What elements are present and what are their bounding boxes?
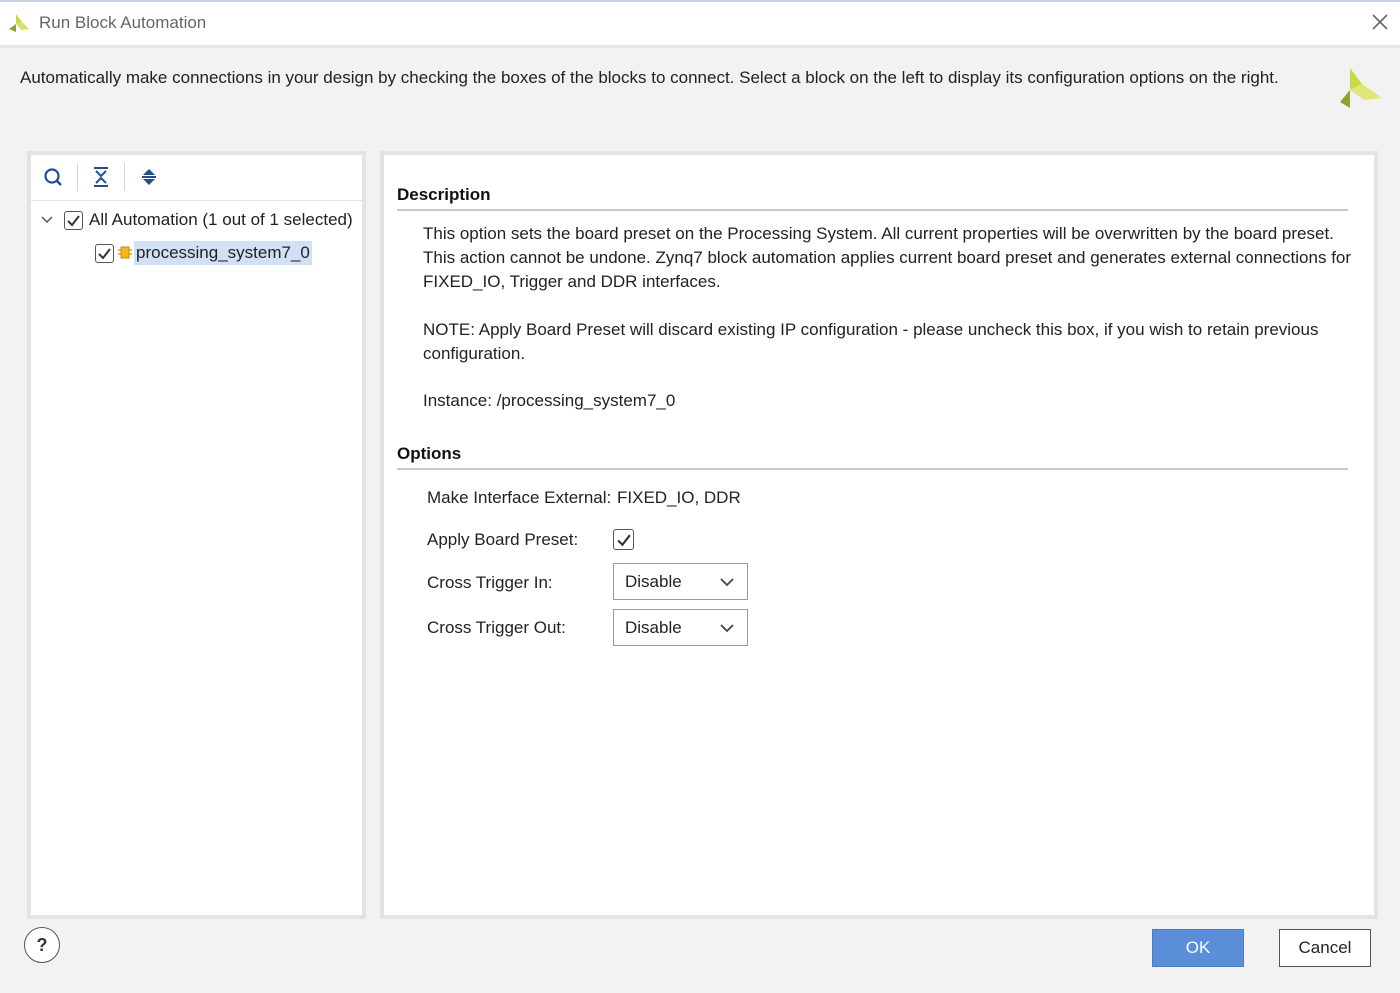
cross-trigger-in-label: Cross Trigger In: [427,573,553,592]
checkmark-icon [98,247,111,260]
checkmark-icon [67,214,80,227]
help-button[interactable]: ? [24,927,60,963]
chevron-down-icon[interactable] [40,213,54,227]
configuration-panel: Description This option sets the board p… [380,151,1378,919]
toolbar-divider [124,163,125,191]
apply-board-preset-label: Apply Board Preset: [427,530,579,549]
cross-trigger-out-select[interactable]: Disable [613,609,748,646]
expand-all-icon[interactable] [136,164,162,190]
apply-board-preset-checkbox[interactable] [613,529,634,550]
search-icon[interactable] [41,164,67,190]
cross-trigger-in-select[interactable]: Disable [613,563,748,600]
chevron-down-icon [720,624,734,633]
block-tree-panel: All Automation (1 out of 1 selected) pro… [27,151,366,919]
all-automation-label: All Automation (1 out of 1 selected) [89,210,353,229]
ip-block-icon [118,246,132,259]
options-divider [397,468,1348,470]
description-paragraph-1: This option sets the board preset on the… [423,224,1352,291]
description-divider [397,209,1348,211]
chevron-down-icon [720,578,734,587]
close-icon[interactable] [1368,10,1392,34]
title-separator [0,45,1400,48]
make-interface-external-value: FIXED_IO, DDR [617,488,741,507]
description-heading: Description [397,185,491,204]
cross-trigger-in-value: Disable [625,571,682,591]
cross-trigger-out-label: Cross Trigger Out: [427,618,566,637]
cross-trigger-out-value: Disable [625,617,682,637]
cancel-button[interactable]: Cancel [1279,929,1371,967]
make-interface-external-label: Make Interface External: [427,488,612,507]
description-instance: Instance: /processing_system7_0 [423,391,676,410]
ok-button[interactable]: OK [1152,929,1244,967]
tree-toolbar [31,155,362,201]
tree-row-processing-system[interactable]: processing_system7_0 [95,239,312,267]
checkmark-icon [616,534,631,546]
instructions-text: Automatically make connections in your d… [20,68,1279,87]
title-bar: Run Block Automation [0,0,1400,45]
description-note: NOTE: Apply Board Preset will discard ex… [423,320,1319,363]
vivado-logo-icon [1340,68,1382,108]
processing-system-checkbox[interactable] [95,243,114,263]
collapse-all-icon[interactable] [88,164,114,190]
window-title: Run Block Automation [39,13,207,32]
options-heading: Options [397,444,462,463]
toolbar-divider [77,163,78,191]
tree-row-all-automation[interactable]: All Automation (1 out of 1 selected) [40,206,353,234]
all-automation-checkbox[interactable] [64,210,83,230]
processing-system-label[interactable]: processing_system7_0 [134,241,312,265]
vivado-app-icon [9,14,29,32]
